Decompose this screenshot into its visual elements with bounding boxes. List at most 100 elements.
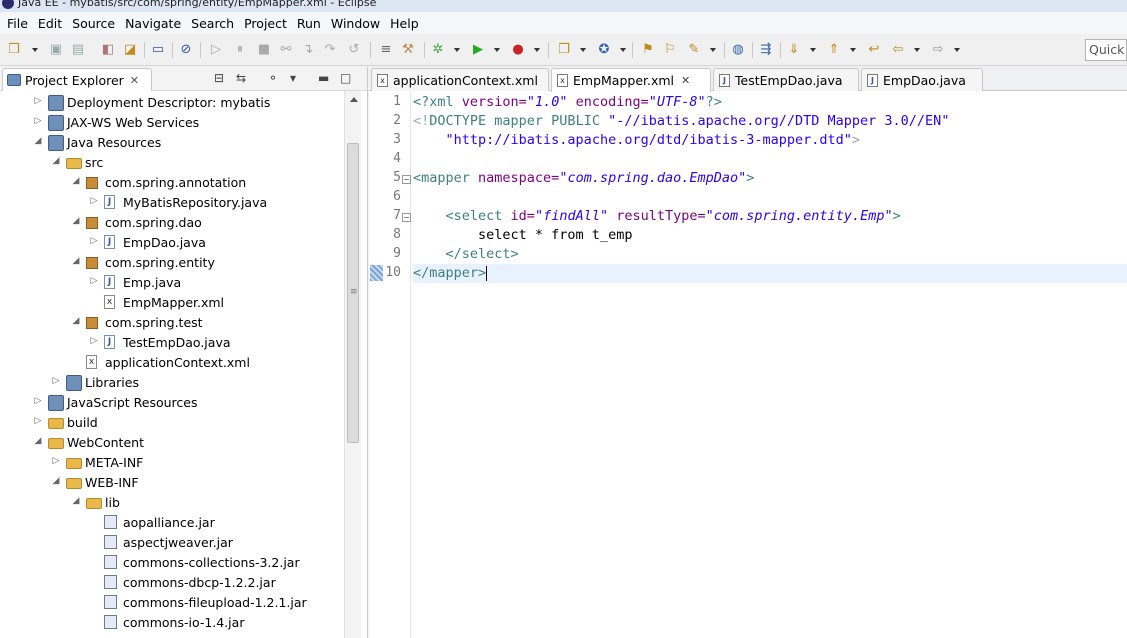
skip-breakpoints-icon[interactable]: ⊘ (178, 42, 194, 58)
maximize-icon[interactable]: □ (340, 71, 351, 85)
new-server-icon[interactable]: ❐ (556, 42, 572, 58)
view-menu-dropdown-icon[interactable]: ▾ (290, 71, 296, 85)
close-icon[interactable]: ✕ (130, 74, 139, 87)
expanded-twisty-icon[interactable]: ◢ (71, 316, 81, 326)
tree-item[interactable]: ▷ build (0, 413, 344, 433)
collapsed-twisty-icon[interactable]: ▷ (33, 116, 43, 126)
collapsed-twisty-icon[interactable]: ▷ (89, 196, 99, 206)
tree-item[interactable]: ▷ J MyBatisRepository.java (0, 193, 344, 213)
web-browser-icon[interactable]: ◍ (730, 42, 746, 58)
project-explorer-scrollbar[interactable]: ≡ (344, 91, 361, 638)
collapsed-twisty-icon[interactable]: ▷ (89, 236, 99, 246)
menu-navigate[interactable]: Navigate (120, 16, 186, 31)
tree-item[interactable]: ▷ J Emp.java (0, 273, 344, 293)
new-java-class-dropdown-icon[interactable] (620, 48, 626, 52)
terminate-icon[interactable]: ■ (256, 42, 272, 58)
tree-item[interactable]: aspectjweaver.jar (0, 533, 344, 553)
tab-empmapper-xml[interactable]: x EmpMapper.xml ✕ (551, 68, 711, 92)
link-with-editor-icon[interactable]: ⇆ (236, 71, 246, 85)
resume-icon[interactable]: ▷ (208, 42, 224, 58)
fold-expanded-icon[interactable]: − (402, 175, 411, 184)
menu-project[interactable]: Project (239, 16, 292, 31)
new-icon[interactable]: ❒ (6, 42, 22, 58)
tree-item[interactable]: ▷ Deployment Descriptor: mybatis (0, 93, 344, 113)
expanded-twisty-icon[interactable]: ◢ (71, 216, 81, 226)
tree-item[interactable]: commons-io-1.4.jar (0, 613, 344, 633)
expanded-twisty-icon[interactable]: ◢ (51, 476, 61, 486)
step-over-icon[interactable]: ↷ (322, 42, 338, 58)
tree-item[interactable]: commons-fileupload-1.2.1.jar (0, 593, 344, 613)
tree-item[interactable]: ◢ WebContent (0, 433, 344, 453)
minimize-icon[interactable]: ▬ (318, 71, 329, 85)
last-edit-location-icon[interactable]: ↩ (866, 42, 882, 58)
tree-item[interactable]: ▷ Libraries (0, 373, 344, 393)
open-task-icon[interactable]: ⚐ (662, 42, 678, 58)
collapsed-twisty-icon[interactable]: ▷ (89, 336, 99, 346)
menu-edit[interactable]: Edit (33, 16, 67, 31)
new-server-dropdown-icon[interactable] (580, 48, 586, 52)
tree-item[interactable]: ◢ com.spring.test (0, 313, 344, 333)
previous-annotation-dropdown-icon[interactable] (850, 48, 856, 52)
forward-icon[interactable]: ⇨ (930, 42, 946, 58)
open-type-hierarchy-icon[interactable]: ⚑ (640, 42, 656, 58)
save-icon[interactable]: ▣ (48, 42, 64, 58)
quick-access-input[interactable]: Quick A (1085, 39, 1127, 61)
tab-project-explorer[interactable]: Project Explorer ✕ (2, 68, 152, 91)
next-annotation-icon[interactable]: ⇓ (786, 42, 802, 58)
tab-applicationcontext-xml[interactable]: x applicationContext.xml (371, 68, 549, 91)
step-return-icon[interactable]: ↺ (346, 42, 362, 58)
code-editor[interactable]: <?xml version="1.0" encoding="UTF-8"?> <… (413, 91, 1127, 638)
tree-item[interactable]: ◢ com.spring.entity (0, 253, 344, 273)
expanded-twisty-icon[interactable]: ◢ (51, 156, 61, 166)
menu-file[interactable]: File (2, 16, 33, 31)
search-dropdown-icon[interactable] (710, 48, 716, 52)
ant-icon[interactable]: ⇶ (758, 42, 774, 58)
close-tab-icon[interactable]: ✕ (681, 74, 690, 87)
tree-item[interactable]: ◢ src (0, 153, 344, 173)
menu-help[interactable]: Help (385, 16, 424, 31)
new-dropdown-icon[interactable] (32, 48, 38, 52)
run-tools-icon[interactable]: ⚒ (400, 42, 416, 58)
tree-item[interactable]: ▷ JAX-WS Web Services (0, 113, 344, 133)
expanded-twisty-icon[interactable]: ◢ (71, 176, 81, 186)
collapsed-twisty-icon[interactable]: ▷ (33, 96, 43, 106)
step-into-icon[interactable]: ↴ (300, 42, 316, 58)
debug-icon[interactable]: ✲ (430, 42, 446, 58)
forward-dropdown-icon[interactable] (954, 48, 960, 52)
collapsed-twisty-icon[interactable]: ▷ (33, 416, 43, 426)
tree-item[interactable]: ◢ WEB-INF (0, 473, 344, 493)
tree-item[interactable]: ▷ META-INF (0, 453, 344, 473)
collapsed-twisty-icon[interactable]: ▷ (51, 376, 61, 386)
menu-run[interactable]: Run (292, 16, 326, 31)
fold-expanded-icon[interactable]: − (402, 213, 411, 222)
tree-item[interactable]: ◢ com.spring.dao (0, 213, 344, 233)
expanded-twisty-icon[interactable]: ◢ (71, 496, 81, 506)
tree-item[interactable]: ◢ com.spring.annotation (0, 173, 344, 193)
debug-dropdown-icon[interactable] (454, 48, 460, 52)
tab-testempdao-java[interactable]: J TestEmpDao.java (713, 68, 859, 91)
tree-item[interactable]: ◢ lib (0, 493, 344, 513)
console-icon[interactable]: ▭ (150, 42, 166, 58)
open-resource-icon[interactable]: ◪ (122, 42, 138, 58)
run-icon[interactable]: ▶ (470, 42, 486, 58)
menu-window[interactable]: Window (326, 16, 385, 31)
next-annotation-dropdown-icon[interactable] (810, 48, 816, 52)
tree-item[interactable]: ▷ J TestEmpDao.java (0, 333, 344, 353)
tree-item[interactable]: ◢ Java Resources (0, 133, 344, 153)
run-dropdown-icon[interactable] (494, 48, 500, 52)
expanded-twisty-icon[interactable]: ◢ (33, 136, 43, 146)
menu-source[interactable]: Source (67, 16, 120, 31)
tree-item[interactable]: ▷ J EmpDao.java (0, 233, 344, 253)
collapsed-twisty-icon[interactable]: ▷ (51, 456, 61, 466)
collapse-all-icon[interactable]: ⊟ (214, 71, 224, 85)
save-all-icon[interactable]: ▤ (70, 42, 86, 58)
tab-empdao-java[interactable]: J EmpDao.java (861, 68, 983, 91)
tree-item[interactable]: aopalliance.jar (0, 513, 344, 533)
view-menu-icon[interactable]: ⚬ (268, 71, 278, 85)
tree-item[interactable]: x applicationContext.xml (0, 353, 344, 373)
back-icon[interactable]: ⇦ (890, 42, 906, 58)
run-server-icon[interactable]: ● (510, 42, 526, 58)
menu-search[interactable]: Search (186, 16, 239, 31)
use-step-filters-icon[interactable]: ≡ (378, 42, 394, 58)
expanded-twisty-icon[interactable]: ◢ (33, 436, 43, 446)
